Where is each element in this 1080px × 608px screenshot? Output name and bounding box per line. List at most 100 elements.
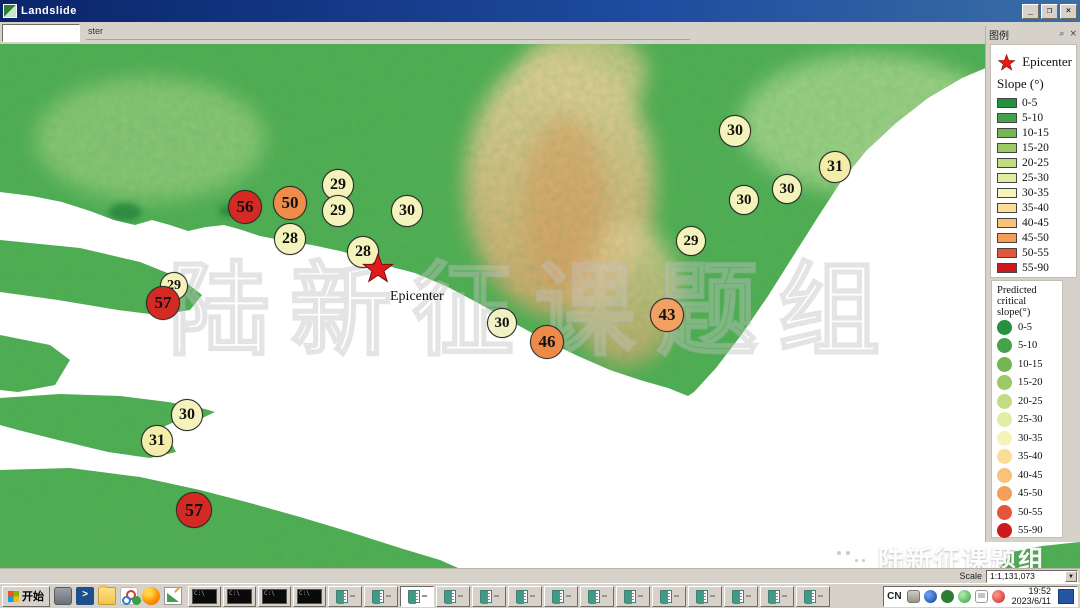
document-task-button[interactable] — [328, 586, 362, 607]
firefox-icon[interactable] — [142, 587, 160, 605]
class-color-swatch — [997, 263, 1017, 273]
legend-title: 图例 — [989, 27, 1009, 42]
terminal-task-button[interactable]: C:\ — [223, 586, 256, 607]
class-range-label: 0-5 — [1018, 322, 1032, 333]
legend-epicenter-label: Epicenter — [1022, 54, 1072, 70]
slope-value-marker[interactable]: 50 — [273, 186, 307, 220]
legend-dock-header[interactable]: 图例 ⌕ × — [986, 26, 1080, 42]
slope-value-marker[interactable]: 30 — [719, 115, 751, 147]
ime-icon[interactable] — [1058, 589, 1074, 604]
folder-icon[interactable] — [98, 587, 116, 605]
task-button-label — [458, 595, 463, 597]
chart-icon[interactable] — [164, 587, 182, 605]
document-task-button[interactable] — [688, 586, 722, 607]
slope-value-marker[interactable]: 57 — [176, 492, 212, 528]
task-button-label — [818, 595, 823, 597]
legend-class-row: 15-20 — [997, 374, 1060, 393]
class-color-swatch — [997, 128, 1017, 138]
slope-value-marker[interactable]: 31 — [141, 425, 173, 457]
class-range-label: 35-40 — [1022, 202, 1049, 214]
legend-star-icon — [997, 53, 1016, 72]
close-panel-icon[interactable]: × — [1069, 29, 1077, 39]
start-button[interactable]: 开始 — [2, 586, 50, 607]
document-task-button[interactable] — [472, 586, 506, 607]
task-button-label — [782, 595, 787, 597]
legend-class-row: 25-30 — [997, 170, 1072, 185]
task-button-label — [386, 595, 391, 597]
document-task-button[interactable] — [616, 586, 650, 607]
slope-value-marker[interactable]: 43 — [650, 298, 684, 332]
map-document-icon — [516, 590, 528, 603]
slope-value-marker[interactable]: 31 — [819, 151, 851, 183]
slope-value-marker[interactable]: 30 — [772, 174, 802, 204]
slope-value-marker[interactable]: 30 — [487, 308, 517, 338]
legend-class-row: 20-25 — [997, 155, 1072, 170]
powershell-icon[interactable]: > — [76, 587, 94, 605]
class-color-swatch — [997, 320, 1012, 335]
slope-value-marker[interactable]: 29 — [322, 195, 354, 227]
minimize-button[interactable]: _ — [1022, 4, 1039, 19]
slope-value-marker[interactable]: 28 — [274, 223, 306, 255]
map-document-icon — [336, 590, 348, 603]
slope-value-marker[interactable]: 30 — [391, 195, 423, 227]
slope-legend-panel: Epicenter Slope (°) 0-55-1010-1515-2020-… — [990, 44, 1077, 278]
restore-button[interactable]: ❐ — [1041, 4, 1058, 19]
slope-value-marker[interactable]: 30 — [729, 185, 759, 215]
blocked-icon[interactable] — [992, 590, 1005, 603]
document-task-button[interactable] — [760, 586, 794, 607]
terminal-task-button[interactable]: C:\ — [258, 586, 291, 607]
status-bar: Scale 1:1,131,073 ▼ — [0, 568, 1080, 583]
legend-class-row: 15-20 — [997, 140, 1072, 155]
taskbar-clock[interactable]: 19:52 2023/6/11 — [1012, 586, 1051, 606]
document-task-button[interactable] — [364, 586, 398, 607]
legend-class-row: 40-45 — [997, 466, 1060, 485]
class-color-swatch — [997, 173, 1017, 183]
update-icon[interactable] — [941, 590, 954, 603]
document-task-button[interactable] — [544, 586, 578, 607]
class-color-swatch — [997, 188, 1017, 198]
green-status-icon[interactable] — [958, 590, 971, 603]
document-task-button[interactable] — [652, 586, 686, 607]
close-button[interactable]: × — [1060, 4, 1077, 19]
task-button-label — [674, 595, 679, 597]
document-task-button[interactable] — [508, 586, 542, 607]
taskbar: 开始 > C:\C:\C:\C:\ CN 19:52 2023/6/11 — [0, 583, 1080, 608]
slope-value-marker[interactable]: 57 — [146, 286, 180, 320]
terminal-task-button[interactable]: C:\ — [293, 586, 326, 607]
tray-icon-area — [907, 590, 1005, 603]
scale-dropdown-icon[interactable]: ▼ — [1065, 571, 1077, 582]
document-task-button[interactable] — [724, 586, 758, 607]
class-color-swatch — [997, 375, 1012, 390]
class-color-swatch — [997, 203, 1017, 213]
toolbar-combo-box[interactable] — [2, 24, 80, 42]
document-task-button[interactable] — [436, 586, 470, 607]
class-range-label: 45-50 — [1022, 232, 1049, 244]
title-bar: Landslide _ ❐ × — [0, 0, 1080, 22]
document-task-button[interactable] — [796, 586, 830, 607]
legend-class-row: 5-10 — [997, 110, 1072, 125]
document-task-button[interactable] — [580, 586, 614, 607]
modeler-icon[interactable] — [120, 587, 138, 605]
class-range-label: 5-10 — [1022, 112, 1043, 124]
critical-slope-panel: Predicted critical slope(°) 0-55-1010-15… — [991, 280, 1063, 538]
printer-icon[interactable] — [907, 590, 920, 603]
network-icon[interactable] — [924, 590, 937, 603]
document-task-button[interactable] — [400, 586, 434, 607]
legend-class-row: 35-40 — [997, 200, 1072, 215]
slope-value-marker[interactable]: 56 — [228, 190, 262, 224]
class-range-label: 40-45 — [1018, 470, 1043, 481]
language-indicator[interactable]: CN — [887, 591, 901, 602]
map-canvas[interactable]: 陆新征课题组 565029293028282957303157304643303… — [0, 44, 1080, 568]
terminal-task-button[interactable]: C:\ — [188, 586, 221, 607]
epicenter-star-icon — [361, 252, 395, 284]
slope-value-marker[interactable]: 30 — [171, 399, 203, 431]
pin-icon[interactable]: ⌕ — [1059, 29, 1064, 39]
flag-icon[interactable] — [975, 590, 988, 603]
device-icon[interactable] — [54, 587, 72, 605]
terminal-icon: C:\ — [192, 589, 217, 604]
class-color-swatch — [997, 338, 1012, 353]
slope-value-marker[interactable]: 46 — [530, 325, 564, 359]
scale-combo[interactable]: 1:1,131,073 ▼ — [986, 570, 1078, 583]
slope-value-marker[interactable]: 29 — [676, 226, 706, 256]
class-range-label: 20-25 — [1018, 396, 1043, 407]
